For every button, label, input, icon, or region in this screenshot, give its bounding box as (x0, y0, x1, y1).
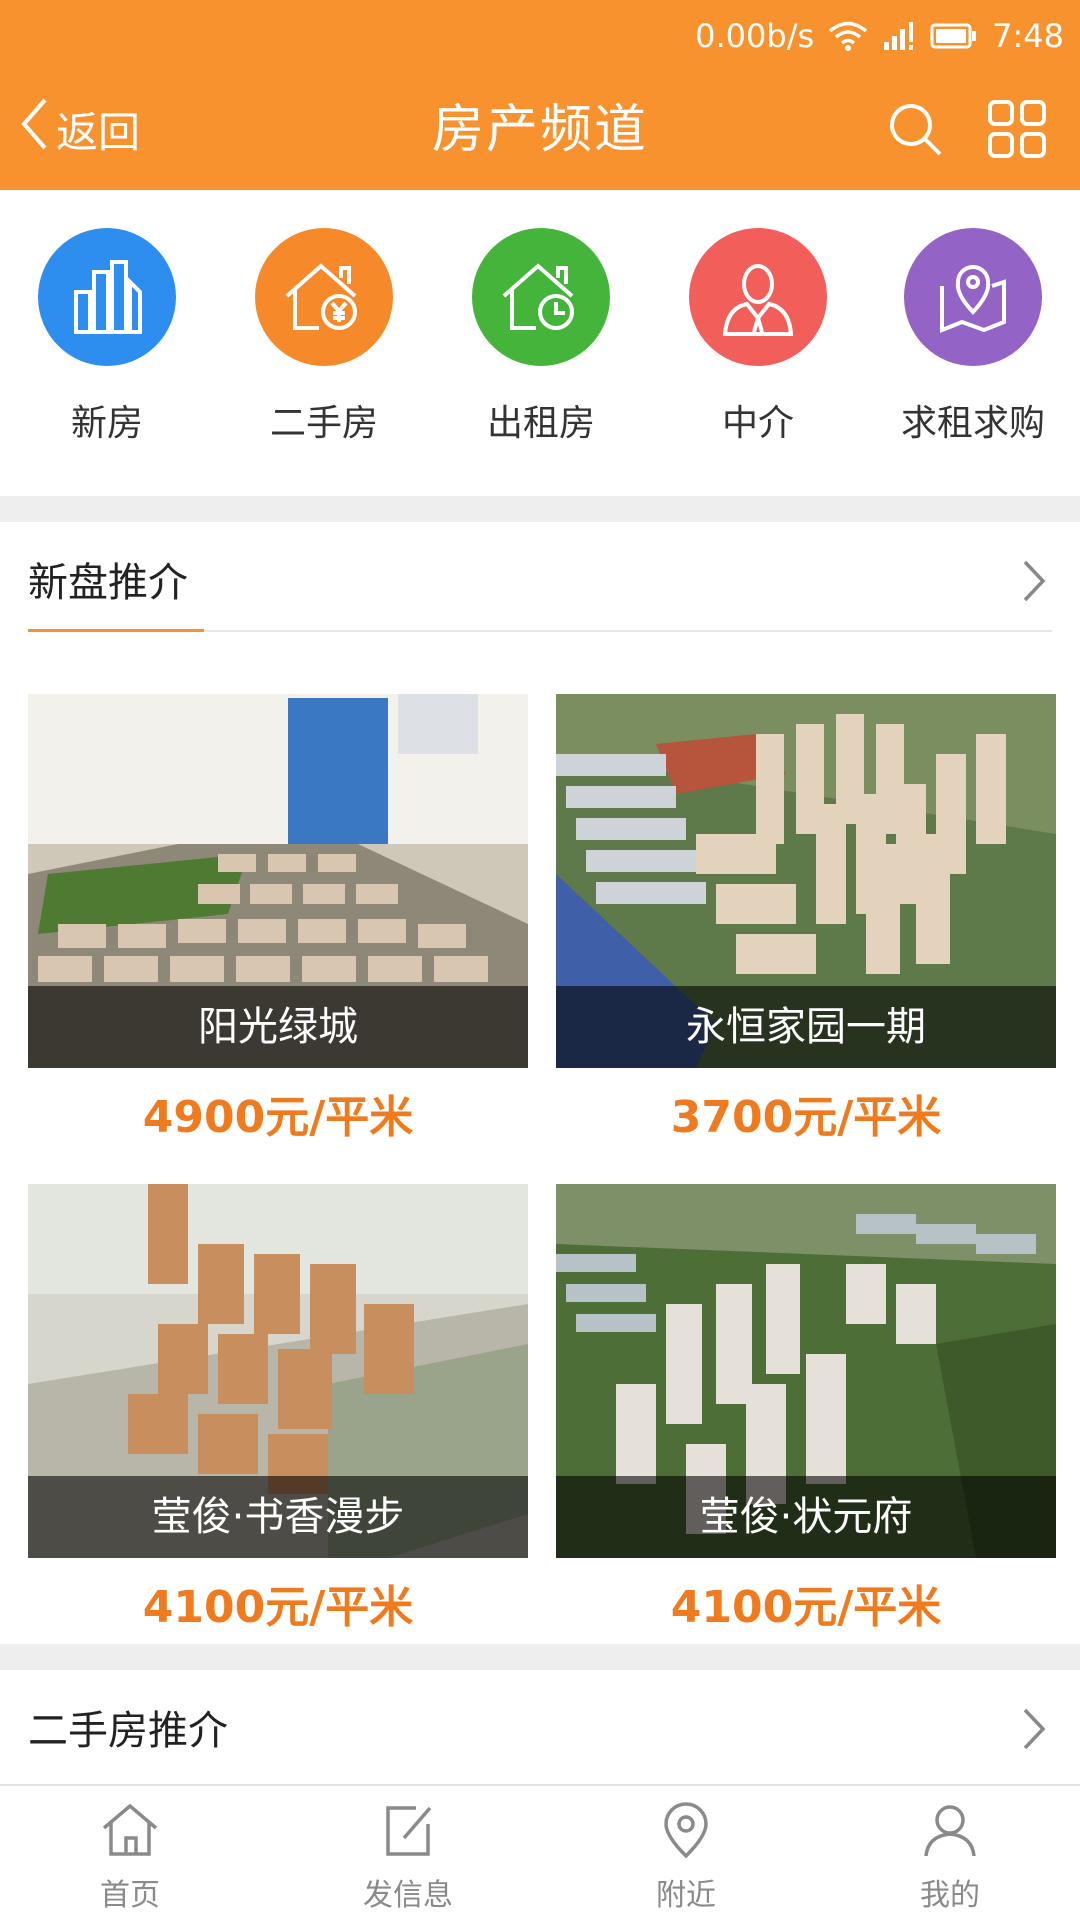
tab-post[interactable]: 发信息 (308, 1800, 508, 1916)
house-clock-icon (472, 228, 610, 366)
category-label: 中介 (721, 403, 794, 444)
property-image: 莹俊·状元府 (556, 1184, 1056, 1558)
section-title: 二手房推介 (28, 1708, 228, 1754)
network-speed: 0.00b/s (695, 17, 815, 55)
section-divider (0, 496, 1080, 522)
user-icon (918, 1800, 982, 1864)
nav-bar: 返回 房产频道 (0, 90, 1080, 170)
category-label: 出租房 (486, 403, 595, 444)
category-label: 新房 (70, 403, 143, 444)
property-name: 莹俊·书香漫步 (28, 1476, 528, 1558)
tab-mine[interactable]: 我的 (850, 1800, 1050, 1916)
property-card[interactable]: 莹俊·状元府 4100元/平米 (556, 1184, 1056, 1658)
property-name: 永恒家园一期 (556, 986, 1056, 1068)
property-card[interactable]: 莹俊·书香漫步 4100元/平米 (28, 1184, 528, 1658)
house-yuan-icon (255, 228, 393, 366)
tab-label: 发信息 (363, 1878, 453, 1913)
property-image: 永恒家园一期 (556, 694, 1056, 1068)
chevron-right-icon (1016, 1704, 1052, 1754)
signal-icon (882, 20, 916, 52)
tab-home[interactable]: 首页 (30, 1800, 230, 1916)
category-agent[interactable]: 中介 (663, 228, 853, 468)
clock: 7:48 (992, 17, 1064, 55)
map-pin-icon (904, 228, 1042, 366)
home-icon (98, 1800, 162, 1864)
tab-nearby[interactable]: 附近 (586, 1800, 786, 1916)
property-price: 4100元/平米 (670, 1582, 942, 1633)
agent-person-icon (689, 228, 827, 366)
chevron-right-icon (1016, 556, 1052, 606)
section-divider (0, 1644, 1080, 1670)
battery-icon (930, 22, 978, 50)
property-price: 4100元/平米 (142, 1582, 414, 1633)
property-name: 莹俊·状元府 (556, 1476, 1056, 1558)
bottom-tab-bar: 首页 发信息 附近 我的 (0, 1784, 1080, 1920)
category-row: 新房 二手房 出租房 中介 求租求购 (0, 190, 1080, 496)
search-icon[interactable] (880, 94, 950, 164)
section-underline (28, 629, 204, 632)
section-title: 新盘推介 (28, 560, 188, 606)
category-secondhand[interactable]: 二手房 (229, 228, 419, 468)
category-label: 求租求购 (900, 403, 1045, 444)
location-icon (654, 1800, 718, 1864)
edit-icon (376, 1800, 440, 1864)
property-image: 莹俊·书香漫步 (28, 1184, 528, 1558)
property-card[interactable]: 阳光绿城 4900元/平米 (28, 694, 528, 1168)
buildings-icon (38, 228, 176, 366)
tab-label: 我的 (920, 1878, 980, 1913)
status-bar: 0.00b/s 7:48 (695, 14, 1064, 58)
grid-menu-icon[interactable] (982, 94, 1052, 164)
property-price: 3700元/平米 (670, 1092, 942, 1143)
property-name: 阳光绿城 (28, 986, 528, 1068)
new-properties-section: 新盘推介 阳光绿城 4900元/平米 永恒家园一期 3700元/平米 莹俊·书香… (0, 522, 1080, 1644)
property-price: 4900元/平米 (142, 1092, 414, 1143)
tab-label: 附近 (656, 1878, 716, 1913)
section-header[interactable]: 新盘推介 (28, 522, 1052, 632)
category-rental[interactable]: 出租房 (446, 228, 636, 468)
category-new-house[interactable]: 新房 (12, 228, 202, 468)
app-header: 0.00b/s 7:48 返回 房产频道 (0, 0, 1080, 190)
tab-label: 首页 (100, 1878, 160, 1913)
property-card[interactable]: 永恒家园一期 3700元/平米 (556, 694, 1056, 1168)
category-label: 二手房 (269, 403, 378, 444)
secondhand-section: 二手房推介 (0, 1670, 1080, 1786)
category-wanted[interactable]: 求租求购 (878, 228, 1068, 468)
section-header[interactable]: 二手房推介 (28, 1670, 1052, 1780)
wifi-icon (828, 20, 868, 52)
property-image: 阳光绿城 (28, 694, 528, 1068)
